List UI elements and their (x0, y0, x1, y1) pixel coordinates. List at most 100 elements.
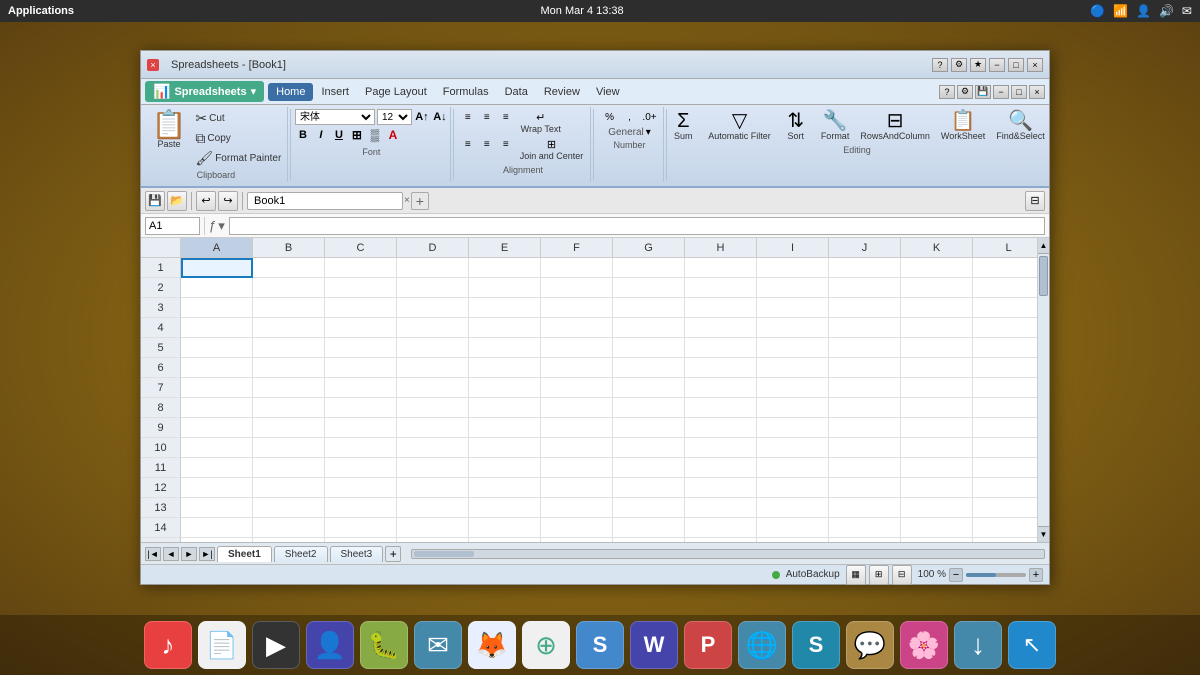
dock-files-icon[interactable]: 📄 (198, 621, 246, 669)
row-number-15[interactable]: 15 (141, 538, 181, 542)
open-toolbar-btn[interactable]: 📂 (167, 191, 187, 211)
align-top-left-button[interactable]: ≡ (459, 109, 477, 125)
row-number-7[interactable]: 7 (141, 378, 181, 398)
zoom-slider[interactable] (966, 573, 1026, 577)
dock-contacts-icon[interactable]: 👤 (306, 621, 354, 669)
col-header-a[interactable]: A (181, 238, 253, 257)
sheet-nav-next-button[interactable]: ► (181, 547, 197, 561)
align-bottom-center-button[interactable]: ≡ (478, 136, 496, 152)
col-header-f[interactable]: F (541, 238, 613, 257)
row-number-14[interactable]: 14 (141, 518, 181, 538)
row-number-3[interactable]: 3 (141, 298, 181, 318)
vertical-scrollbar[interactable]: ▲ ▼ (1037, 238, 1049, 542)
preview-view-button[interactable]: ⊟ (892, 565, 912, 585)
align-top-right-button[interactable]: ≡ (497, 109, 515, 125)
cell-i1[interactable] (757, 258, 829, 278)
paste-button[interactable]: 📋 Paste (148, 109, 191, 168)
help-icon-btn[interactable]: ? (939, 85, 955, 99)
function-icon[interactable]: ƒ (209, 218, 216, 233)
zoom-out-button[interactable]: − (949, 568, 963, 582)
font-name-select[interactable]: 宋体 (295, 109, 375, 125)
sheet-tab-1[interactable]: Sheet1 (217, 546, 272, 562)
scroll-track[interactable] (1038, 254, 1049, 526)
close-tab-button[interactable]: × (404, 195, 410, 206)
menu-review[interactable]: Review (536, 83, 588, 101)
italic-button[interactable]: I (313, 127, 329, 143)
config-icon-btn[interactable]: ⚙ (957, 85, 973, 99)
sum-button[interactable]: Σ Sum (665, 109, 701, 143)
cell-f1[interactable] (541, 258, 613, 278)
dock-presentation-icon[interactable]: P (684, 621, 732, 669)
underline-button[interactable]: U (331, 127, 347, 143)
bold-button[interactable]: B (295, 127, 311, 143)
h-scroll-thumb[interactable] (414, 551, 474, 557)
format-button[interactable]: 🔧 Format (817, 109, 854, 143)
zoom-in-button[interactable]: + (1029, 568, 1043, 582)
cell-reference-box[interactable]: A1 (145, 217, 200, 235)
minimize-icon-btn[interactable]: − (993, 85, 1009, 99)
dock-firefox-icon[interactable]: 🦊 (468, 621, 516, 669)
border-button[interactable]: ⊞ (349, 127, 365, 143)
cell-k1[interactable] (901, 258, 973, 278)
window-minimize-button[interactable]: − (989, 58, 1005, 72)
window-close-title-button[interactable]: × (1027, 58, 1043, 72)
sheet-nav-prev-button[interactable]: ◄ (163, 547, 179, 561)
cell-l1[interactable] (973, 258, 1037, 278)
row-number-13[interactable]: 13 (141, 498, 181, 518)
sort-button[interactable]: ⇅ Sort (778, 109, 814, 143)
find-select-button[interactable]: 🔍 Find&Select (992, 109, 1049, 143)
align-bottom-left-button[interactable]: ≡ (459, 136, 477, 152)
col-header-i[interactable]: I (757, 238, 829, 257)
menu-view[interactable]: View (588, 83, 628, 101)
settings-button[interactable]: ⚙ (951, 58, 967, 72)
percent-button[interactable]: % (601, 109, 619, 125)
col-header-k[interactable]: K (901, 238, 973, 257)
align-top-center-button[interactable]: ≡ (478, 109, 496, 125)
app-menu-button[interactable]: 📊 Spreadsheets ▾ (145, 81, 264, 102)
sheet-nav-last-button[interactable]: ►| (199, 547, 215, 561)
cell-j1[interactable] (829, 258, 901, 278)
col-header-d[interactable]: D (397, 238, 469, 257)
dock-mail-icon[interactable]: ✉ (414, 621, 462, 669)
row-number-9[interactable]: 9 (141, 418, 181, 438)
row-number-10[interactable]: 10 (141, 438, 181, 458)
applications-menu[interactable]: Applications (8, 5, 74, 17)
cell-a2[interactable] (181, 278, 253, 298)
scroll-up-button[interactable]: ▲ (1038, 238, 1049, 254)
format-painter-button[interactable]: 🖌 Format Painter (192, 149, 284, 168)
undo-toolbar-btn[interactable]: ↩ (196, 191, 216, 211)
col-header-b[interactable]: B (253, 238, 325, 257)
comma-button[interactable]: , (621, 109, 639, 125)
copy-button[interactable]: ⧉ Copy (192, 129, 284, 148)
join-center-button[interactable]: ⊞ Join and Center (516, 136, 588, 163)
col-header-l[interactable]: L (973, 238, 1037, 257)
dock-word-icon[interactable]: W (630, 621, 678, 669)
dock-internet-icon[interactable]: 🌐 (738, 621, 786, 669)
bookmark-button[interactable]: ★ (970, 58, 986, 72)
dock-skype-icon[interactable]: S (792, 621, 840, 669)
menu-data[interactable]: Data (497, 83, 536, 101)
menu-insert[interactable]: Insert (313, 83, 357, 101)
window-maximize-button[interactable]: □ (1008, 58, 1024, 72)
scroll-thumb[interactable] (1039, 256, 1048, 296)
maximize-icon-btn[interactable]: □ (1011, 85, 1027, 99)
horizontal-scrollbar[interactable] (411, 549, 1045, 559)
window-close-button[interactable]: × (147, 59, 159, 71)
formula-input[interactable] (229, 217, 1045, 235)
dock-chat-icon[interactable]: 💬 (846, 621, 894, 669)
row-number-11[interactable]: 11 (141, 458, 181, 478)
workbook-tab-input[interactable] (247, 192, 403, 210)
dock-bug-icon[interactable]: 🐛 (360, 621, 408, 669)
help-button[interactable]: ? (932, 58, 948, 72)
dock-chrome-icon[interactable]: ⊕ (522, 621, 570, 669)
sheet-nav-first-button[interactable]: |◄ (145, 547, 161, 561)
fill-color-button[interactable]: ▒ (367, 127, 383, 143)
row-number-5[interactable]: 5 (141, 338, 181, 358)
row-number-12[interactable]: 12 (141, 478, 181, 498)
menu-page-layout[interactable]: Page Layout (357, 83, 435, 101)
col-header-e[interactable]: E (469, 238, 541, 257)
normal-view-button[interactable]: ▦ (846, 565, 866, 585)
dock-download-icon[interactable]: ↓ (954, 621, 1002, 669)
close-icon-btn[interactable]: × (1029, 85, 1045, 99)
formula-expand-icon[interactable]: ▾ (218, 218, 225, 234)
